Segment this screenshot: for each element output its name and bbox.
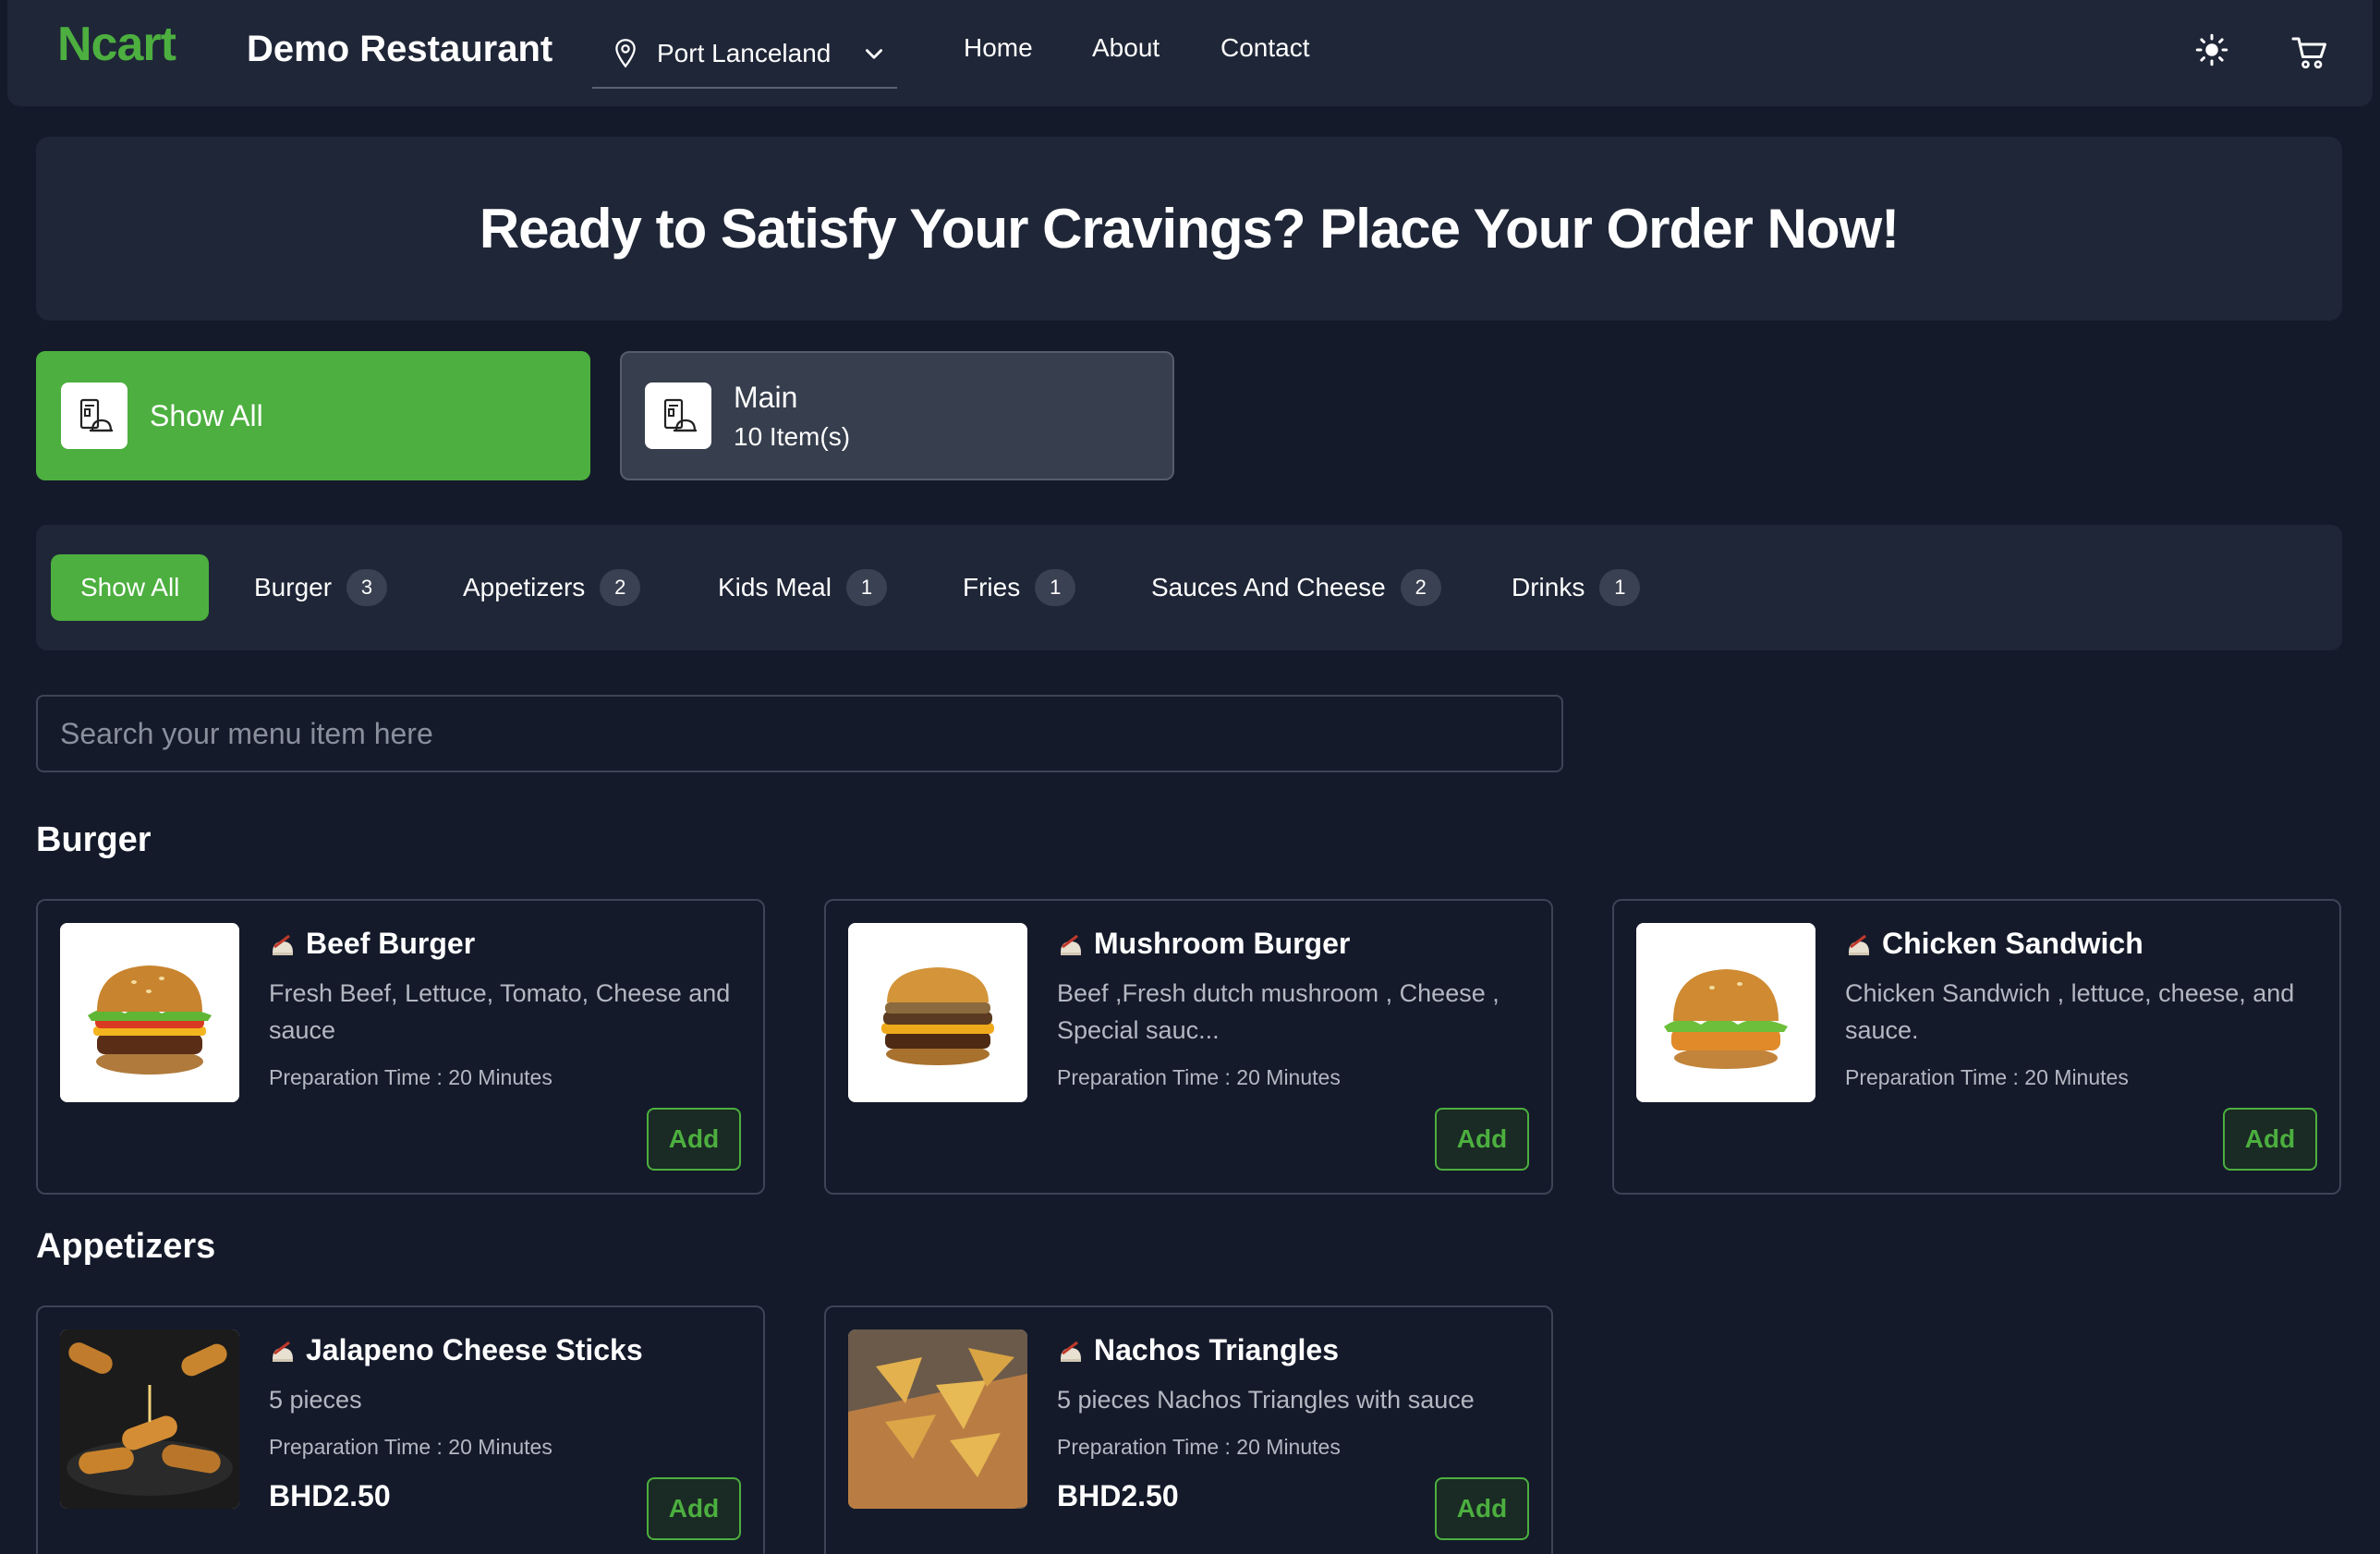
nav-home-link[interactable]: Home bbox=[964, 33, 1033, 63]
map-pin-icon bbox=[615, 39, 636, 68]
tab-show-all[interactable]: Show All bbox=[51, 554, 210, 621]
tab-label: Kids Meal bbox=[718, 573, 832, 601]
tab-sauces-and-cheese[interactable]: Sauces And Cheese 2 bbox=[1151, 554, 1441, 621]
chevron-down-icon bbox=[866, 49, 882, 59]
section-title-appetizers: Appetizers bbox=[36, 1227, 216, 1266]
item-name: Jalapeno Cheese Sticks bbox=[306, 1333, 643, 1366]
location-label: Port Lanceland bbox=[657, 39, 832, 67]
item-price: BHD2.50 bbox=[269, 1479, 391, 1512]
menu-card-show-all[interactable]: Show All bbox=[36, 351, 590, 480]
item-prep-time: Preparation Time : 20 Minutes bbox=[269, 1435, 552, 1459]
tab-label: Drinks bbox=[1512, 573, 1585, 601]
tab-label: Appetizers bbox=[463, 573, 586, 601]
tab-drinks[interactable]: Drinks 1 bbox=[1512, 554, 1641, 621]
section-title-burger: Burger bbox=[36, 820, 152, 859]
item-prep-time: Preparation Time : 20 Minutes bbox=[1845, 1065, 2129, 1089]
menu-card-title: Show All bbox=[150, 398, 263, 432]
item-image bbox=[848, 923, 1027, 1102]
item-prep-time: Preparation Time : 20 Minutes bbox=[1057, 1435, 1341, 1459]
shopping-cart-icon[interactable] bbox=[2290, 33, 2329, 72]
tab-fries[interactable]: Fries 1 bbox=[963, 554, 1076, 621]
item-prep-time: Preparation Time : 20 Minutes bbox=[1057, 1065, 1341, 1089]
menu-item-card[interactable]: Beef Burger Fresh Beef, Lettuce, Tomato,… bbox=[36, 899, 765, 1195]
item-image bbox=[60, 1329, 239, 1509]
menu-card-title: Main bbox=[734, 380, 798, 414]
location-selector[interactable]: Port Lanceland bbox=[592, 20, 897, 89]
food-icon bbox=[1849, 934, 1869, 955]
tab-label: Fries bbox=[963, 573, 1021, 601]
item-description: 5 pieces bbox=[269, 1386, 362, 1414]
add-button[interactable]: Add bbox=[1435, 1108, 1529, 1171]
nav-about-link[interactable]: About bbox=[1092, 33, 1160, 63]
menu-card-item-count: 10 Item(s) bbox=[734, 421, 851, 451]
food-icon bbox=[1061, 1341, 1081, 1362]
menu-item-card[interactable]: Nachos Triangles 5 pieces Nachos Triangl… bbox=[824, 1305, 1553, 1554]
item-description: 5 pieces Nachos Triangles with sauce bbox=[1057, 1386, 1475, 1414]
category-tabs: Show All Burger 3 Appetizers 2 Kids Meal… bbox=[36, 525, 2342, 650]
food-icon bbox=[273, 1341, 293, 1362]
tab-burger[interactable]: Burger 3 bbox=[254, 554, 388, 621]
item-description: Beef ,Fresh dutch mushroom , Cheese , Sp… bbox=[1057, 979, 1500, 1044]
search-input[interactable] bbox=[36, 695, 1563, 772]
menu-item-card[interactable]: Mushroom Burger Beef ,Fresh dutch mushro… bbox=[824, 899, 1553, 1195]
restaurant-menu-icon bbox=[61, 382, 128, 449]
count-badge: 2 bbox=[600, 569, 641, 606]
logo[interactable]: Ncart bbox=[57, 17, 176, 72]
add-button[interactable]: Add bbox=[647, 1477, 741, 1540]
tab-appetizers[interactable]: Appetizers 2 bbox=[463, 554, 641, 621]
item-image bbox=[60, 923, 239, 1102]
item-name: Chicken Sandwich bbox=[1882, 927, 2143, 960]
add-button[interactable]: Add bbox=[647, 1108, 741, 1171]
item-description: Chicken Sandwich , lettuce, cheese, and … bbox=[1845, 979, 2295, 1044]
item-description: Fresh Beef, Lettuce, Tomato, Cheese and … bbox=[269, 979, 731, 1044]
count-badge: 1 bbox=[845, 569, 887, 606]
item-image bbox=[1636, 923, 1815, 1102]
count-badge: 3 bbox=[346, 569, 388, 606]
item-name: Mushroom Burger bbox=[1094, 927, 1351, 960]
add-button[interactable]: Add bbox=[2223, 1108, 2317, 1171]
tab-label: Sauces And Cheese bbox=[1151, 573, 1386, 601]
nav-contact-link[interactable]: Contact bbox=[1220, 33, 1310, 63]
item-name: Nachos Triangles bbox=[1094, 1333, 1339, 1366]
item-name: Beef Burger bbox=[306, 927, 476, 960]
add-button[interactable]: Add bbox=[1435, 1477, 1529, 1540]
hero-title: Ready to Satisfy Your Cravings? Place Yo… bbox=[479, 198, 1900, 260]
tab-label: Burger bbox=[254, 573, 333, 601]
menu-item-card[interactable]: Chicken Sandwich Chicken Sandwich , lett… bbox=[1612, 899, 2341, 1195]
hero-banner: Ready to Satisfy Your Cravings? Place Yo… bbox=[36, 137, 2342, 321]
top-navbar: Ncart Demo Restaurant Port Lanceland Hom… bbox=[7, 0, 2373, 106]
count-badge: 2 bbox=[1400, 569, 1441, 606]
menu-item-card[interactable]: Jalapeno Cheese Sticks 5 pieces Preparat… bbox=[36, 1305, 765, 1554]
restaurant-name: Demo Restaurant bbox=[247, 29, 553, 69]
food-icon bbox=[273, 934, 293, 955]
restaurant-menu-icon bbox=[645, 382, 711, 449]
food-icon bbox=[1061, 934, 1081, 955]
tab-label: Show All bbox=[80, 573, 180, 601]
item-price: BHD2.50 bbox=[1057, 1479, 1179, 1512]
item-image bbox=[848, 1329, 1027, 1509]
sun-icon[interactable] bbox=[2195, 33, 2228, 67]
tab-kids-meal[interactable]: Kids Meal 1 bbox=[718, 554, 887, 621]
item-prep-time: Preparation Time : 20 Minutes bbox=[269, 1065, 552, 1089]
count-badge: 1 bbox=[1599, 569, 1641, 606]
count-badge: 1 bbox=[1035, 569, 1076, 606]
menu-card-main[interactable]: Main 10 Item(s) bbox=[620, 351, 1174, 480]
